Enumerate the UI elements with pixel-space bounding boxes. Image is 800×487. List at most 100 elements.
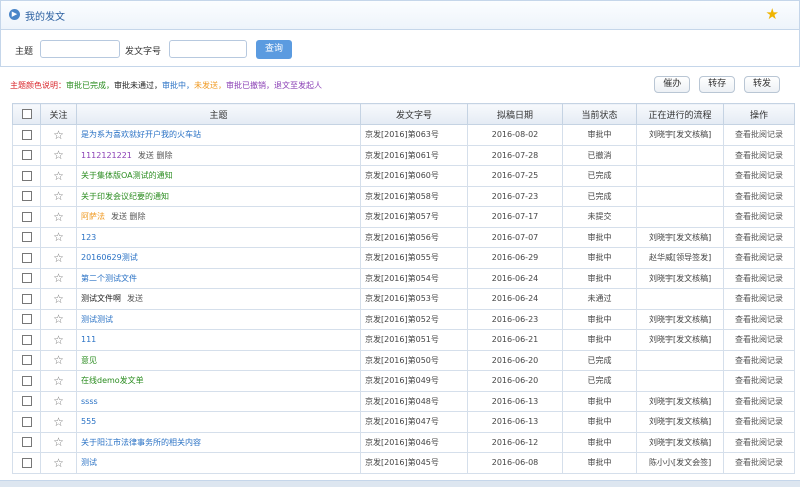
row-checkbox[interactable] [21, 129, 32, 140]
follow-star-icon[interactable]: ☆ [53, 415, 64, 429]
favorite-star-icon[interactable]: ★ [766, 5, 779, 23]
table-row[interactable]: ☆ 关于印发会议纪要的通知 京发[2016]第058号 2016-07-23 已完成 查看… [12, 185, 795, 207]
table-row[interactable]: ☆ 关于阳江市法律事务所的相关内容 京发[2016]第046号 2016-06-12 审… [12, 431, 795, 453]
view-record-cell: 查看批阅记录 [723, 308, 795, 330]
row-checkbox[interactable] [21, 334, 32, 345]
table-row[interactable]: ☆ 555 京发[2016]第047号 2016-06-13 审批中 刘晓宇[发文核稿] 查… [12, 411, 795, 433]
table-row[interactable]: ☆ ssss 京发[2016]第048号 2016-06-13 审批中 刘晓宇[发文核稿]… [12, 390, 795, 412]
follow-star-icon[interactable]: ☆ [53, 271, 64, 285]
view-record-link[interactable]: 查看批阅记录 [735, 130, 783, 139]
row-checkbox[interactable] [21, 416, 32, 427]
subject-link[interactable]: 测试测试 [81, 315, 113, 324]
follow-star-icon[interactable]: ☆ [53, 230, 64, 244]
table-row[interactable]: ☆ 111 京发[2016]第051号 2016-06-21 审批中 刘晓宇[发文核稿] 查… [12, 329, 795, 351]
flow-cell: 刘晓宇[发文核稿] [636, 308, 724, 330]
subject-link[interactable]: 意见 [81, 356, 97, 365]
table-row[interactable]: ☆ 测试 京发[2016]第045号 2016-06-08 审批中 陈小小[发文会签] 查看… [12, 452, 795, 474]
subject-link[interactable]: 关于集体版OA测试的通知 [81, 171, 173, 180]
row-extra-actions[interactable]: 发送 删除 [138, 151, 173, 160]
row-checkbox[interactable] [21, 252, 32, 263]
table-row[interactable]: ☆ 在线demo发文单 京发[2016]第049号 2016-06-20 已完成 查看批阅… [12, 370, 795, 392]
subject-link[interactable]: 111 [81, 335, 96, 344]
table-row[interactable]: ☆ 123 京发[2016]第056号 2016-07-07 审批中 刘晓宇[发文核稿] 查… [12, 226, 795, 248]
query-button[interactable]: 查询 [256, 40, 292, 59]
table-row[interactable]: ☆ 关于集体版OA测试的通知 京发[2016]第060号 2016-07-25 已完成 查… [12, 165, 795, 187]
row-checkbox[interactable] [21, 211, 32, 222]
follow-cell: ☆ [40, 411, 77, 433]
view-record-link[interactable]: 查看批阅记录 [735, 376, 783, 385]
follow-star-icon[interactable]: ☆ [53, 169, 64, 183]
subject-link[interactable]: ssss [81, 397, 98, 406]
row-checkbox[interactable] [21, 396, 32, 407]
row-checkbox[interactable] [21, 232, 32, 243]
follow-star-icon[interactable]: ☆ [53, 292, 64, 306]
follow-star-icon[interactable]: ☆ [53, 189, 64, 203]
table-row[interactable]: ☆ 是为系为喜欢就好开户我的火车站 京发[2016]第063号 2016-08-02 审… [12, 124, 795, 146]
subject-link[interactable]: 关于印发会议纪要的通知 [81, 192, 169, 201]
table-row[interactable]: ☆ 20160629测试 京发[2016]第055号 2016-06-29 审批中 赵华威… [12, 247, 795, 269]
view-record-link[interactable]: 查看批阅记录 [735, 151, 783, 160]
resend-button[interactable]: 转发 [743, 76, 780, 93]
forward-button[interactable]: 转存 [699, 76, 736, 93]
row-checkbox[interactable] [21, 191, 32, 202]
view-record-link[interactable]: 查看批阅记录 [735, 315, 783, 324]
view-record-link[interactable]: 查看批阅记录 [735, 294, 783, 303]
follow-star-icon[interactable]: ☆ [53, 333, 64, 347]
view-record-link[interactable]: 查看批阅记录 [735, 212, 783, 221]
subject-link[interactable]: 关于阳江市法律事务所的相关内容 [81, 438, 201, 447]
subject-link[interactable]: 测试文件啊 [81, 294, 121, 303]
row-checkbox[interactable] [21, 355, 32, 366]
table-row[interactable]: ☆ 意见 京发[2016]第050号 2016-06-20 已完成 查看批阅记录 [12, 349, 795, 371]
row-checkbox[interactable] [21, 457, 32, 468]
subject-link[interactable]: 555 [81, 417, 96, 426]
urge-button[interactable]: 催办 [654, 76, 691, 93]
follow-star-icon[interactable]: ☆ [53, 251, 64, 265]
view-record-link[interactable]: 查看批阅记录 [735, 356, 783, 365]
subject-link[interactable]: 20160629测试 [81, 253, 138, 262]
row-checkbox[interactable] [21, 273, 32, 284]
subject-link[interactable]: 123 [81, 233, 96, 242]
row-checkbox[interactable] [21, 170, 32, 181]
row-checkbox[interactable] [21, 437, 32, 448]
select-all-checkbox[interactable] [21, 108, 32, 119]
subject-link[interactable]: 是为系为喜欢就好开户我的火车站 [81, 130, 201, 139]
follow-star-icon[interactable]: ☆ [53, 148, 64, 162]
table-row[interactable]: ☆ 第二个测试文件 京发[2016]第054号 2016-06-24 审批中 刘晓宇[发文… [12, 267, 795, 289]
follow-star-icon[interactable]: ☆ [53, 435, 64, 449]
view-record-link[interactable]: 查看批阅记录 [735, 171, 783, 180]
row-checkbox[interactable] [21, 314, 32, 325]
follow-star-icon[interactable]: ☆ [53, 312, 64, 326]
row-checkbox[interactable] [21, 150, 32, 161]
follow-star-icon[interactable]: ☆ [53, 210, 64, 224]
subject-link[interactable]: 阿萨法 [81, 212, 105, 221]
row-extra-actions[interactable]: 发送 删除 [111, 212, 146, 221]
row-checkbox[interactable] [21, 375, 32, 386]
view-record-link[interactable]: 查看批阅记录 [735, 438, 783, 447]
view-record-link[interactable]: 查看批阅记录 [735, 458, 783, 467]
follow-star-icon[interactable]: ☆ [53, 353, 64, 367]
view-record-link[interactable]: 查看批阅记录 [735, 192, 783, 201]
follow-star-icon[interactable]: ☆ [53, 128, 64, 142]
follow-star-icon[interactable]: ☆ [53, 394, 64, 408]
subject-link[interactable]: 第二个测试文件 [81, 274, 137, 283]
docno-input[interactable] [169, 40, 247, 58]
view-record-link[interactable]: 查看批阅记录 [735, 274, 783, 283]
view-record-link[interactable]: 查看批阅记录 [735, 253, 783, 262]
view-record-link[interactable]: 查看批阅记录 [735, 397, 783, 406]
subject-input[interactable] [40, 40, 120, 58]
subject-link[interactable]: 在线demo发文单 [81, 376, 144, 385]
follow-star-icon[interactable]: ☆ [53, 374, 64, 388]
view-record-link[interactable]: 查看批阅记录 [735, 335, 783, 344]
view-record-link[interactable]: 查看批阅记录 [735, 233, 783, 242]
view-record-link[interactable]: 查看批阅记录 [735, 417, 783, 426]
subject-link[interactable]: 测试 [81, 458, 97, 467]
table-row[interactable]: ☆ 1112121221 发送 删除 京发[2016]第061号 2016-07-28 已… [12, 144, 795, 166]
subject-link[interactable]: 1112121221 [81, 151, 132, 160]
follow-star-icon[interactable]: ☆ [53, 456, 64, 470]
table-row[interactable]: ☆ 测试测试 京发[2016]第052号 2016-06-23 审批中 刘晓宇[发文核稿]… [12, 308, 795, 330]
row-checkbox[interactable] [21, 293, 32, 304]
row-extra-actions[interactable]: 发送 [127, 294, 143, 303]
select-cell [12, 390, 41, 412]
table-row[interactable]: ☆ 阿萨法 发送 删除 京发[2016]第057号 2016-07-17 未提交 查看批阅记… [12, 206, 795, 228]
table-row[interactable]: ☆ 测试文件啊 发送 京发[2016]第053号 2016-06-24 未通过 查看批阅记录 [12, 288, 795, 310]
